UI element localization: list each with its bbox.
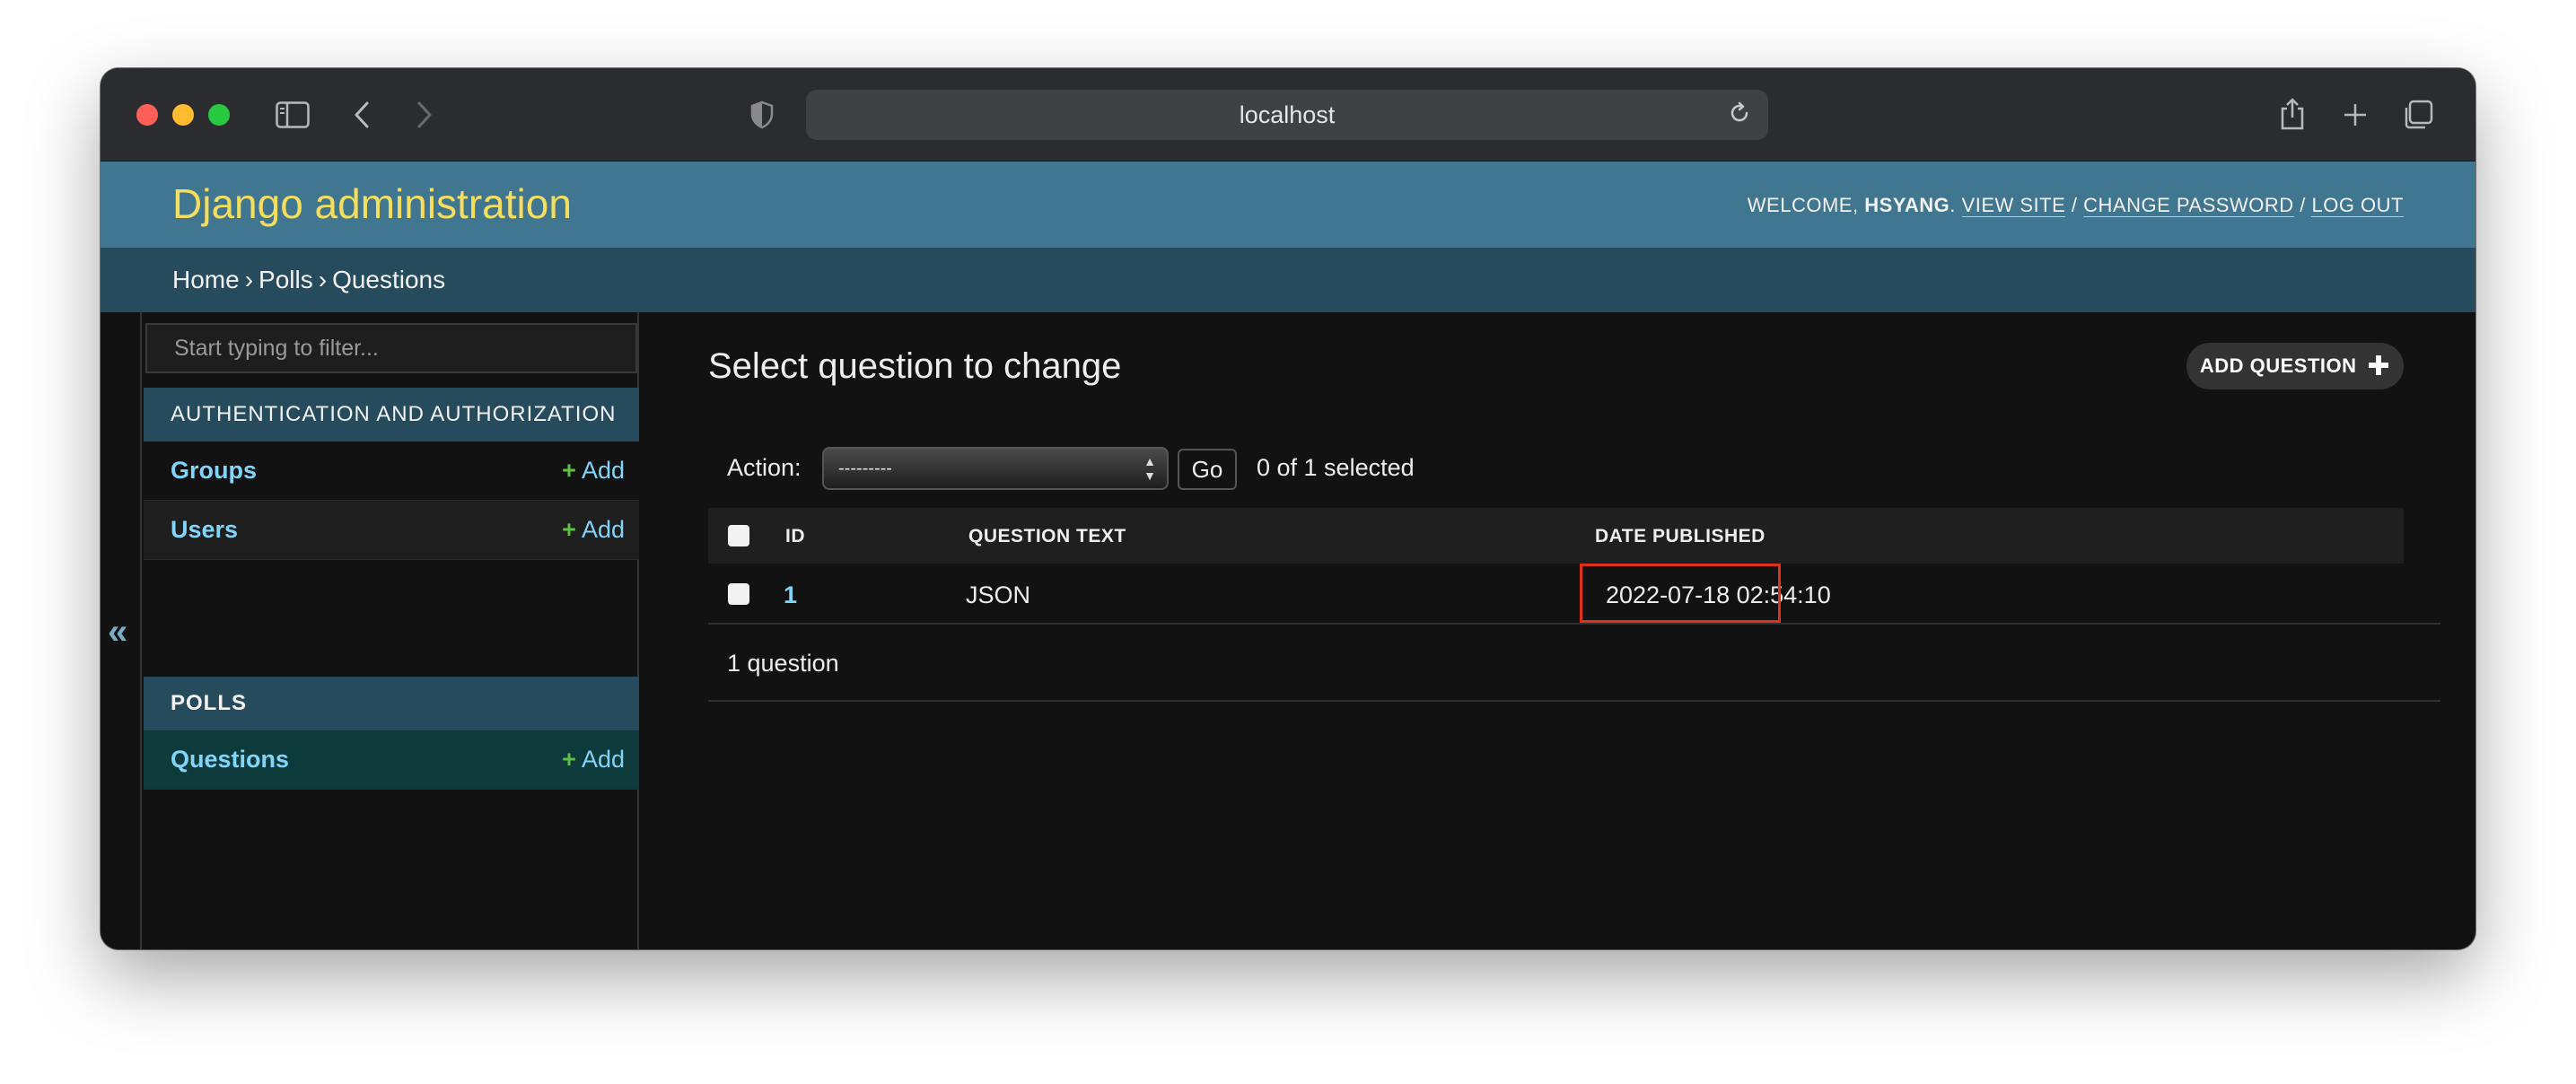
address-bar[interactable]: localhost [806,90,1768,140]
table-row: 1 JSON 2022-07-18 02:54:10 [708,564,2440,625]
date-published-highlight-box [1580,564,1781,623]
user-tools: WELCOME, HSYANG. VIEW SITE / CHANGE PASS… [1747,194,2404,217]
sidebar-item-questions: Questions + Add [144,730,639,790]
breadcrumb-separator: › [318,266,328,293]
column-header-id[interactable]: ID [785,526,805,547]
add-questions-link[interactable]: + Add [562,746,625,774]
add-users-link[interactable]: + Add [562,516,625,544]
add-question-button[interactable]: ADD QUESTION ✚ [2186,343,2404,389]
plus-icon: + [562,457,576,484]
breadcrumb-separator: › [244,266,254,293]
row-id-link[interactable]: 1 [784,581,797,609]
add-question-label: ADD QUESTION [2199,354,2357,377]
select-arrows-icon: ▲ ▼ [1143,454,1156,483]
forward-icon[interactable] [411,99,438,131]
model-link-groups[interactable]: Groups [171,457,257,485]
nav-sidebar: Start typing to filter... AUTHENTICATION… [140,312,639,949]
add-label: Add [581,457,625,484]
close-window-button[interactable] [136,104,158,126]
row-checkbox[interactable] [728,583,749,605]
tab-overview-icon[interactable] [2400,97,2436,133]
plus-icon: + [562,746,576,773]
action-select[interactable]: --------- ▲ ▼ [822,447,1169,490]
separator: / [2071,194,2078,216]
welcome-text: WELCOME, [1747,194,1859,216]
breadcrumb-polls[interactable]: Polls [258,266,313,294]
view-site-link[interactable]: VIEW SITE [1961,194,2066,217]
nav-filter-input[interactable]: Start typing to filter... [145,323,637,373]
url-text: localhost [1239,101,1336,128]
action-selected-value: --------- [838,458,892,478]
back-icon[interactable] [348,99,375,131]
app-caption-polls[interactable]: POLLS [144,677,639,730]
add-label: Add [581,746,625,773]
row-question-text: JSON [966,581,1031,608]
add-groups-link[interactable]: + Add [562,457,625,485]
model-link-users[interactable]: Users [171,516,238,544]
add-label: Add [581,516,625,543]
reload-icon[interactable] [1727,101,1756,129]
share-icon[interactable] [2276,95,2309,133]
plus-icon: ✚ [2367,351,2391,381]
site-branding[interactable]: Django administration [172,179,572,228]
separator: / [2300,194,2306,216]
new-tab-icon[interactable] [2339,99,2371,131]
zoom-window-button[interactable] [208,104,230,126]
go-button[interactable]: Go [1178,449,1237,490]
column-header-question-text[interactable]: QUESTION TEXT [968,526,1126,547]
browser-toolbar: localhost [101,68,2475,162]
plus-icon: + [562,516,576,543]
selection-counter: 0 of 1 selected [1257,454,1415,481]
privacy-shield-icon[interactable] [749,99,775,131]
page-title: Select question to change [708,346,1122,386]
paginator: 1 question [708,625,2440,702]
change-password-link[interactable]: CHANGE PASSWORD [2083,194,2294,217]
collapse-sidebar-icon[interactable]: « [108,612,127,652]
app-caption-auth[interactable]: AUTHENTICATION AND AUTHORIZATION [144,388,639,441]
breadcrumb-current: Questions [332,266,446,293]
sidebar-item-groups: Groups + Add [144,441,639,501]
model-link-questions[interactable]: Questions [171,746,289,774]
browser-window: localhost Django administration WELCOME,… [101,68,2475,949]
admin-header: Django administration WELCOME, HSYANG. V… [101,162,2475,248]
minimize-window-button[interactable] [172,104,194,126]
log-out-link[interactable]: LOG OUT [2311,194,2404,217]
breadcrumb-home[interactable]: Home [172,266,240,294]
breadcrumb: Home › Polls › Questions [101,248,2475,312]
column-header-date-published[interactable]: DATE PUBLISHED [1595,526,1766,547]
username: HSYANG [1864,194,1950,216]
action-label: Action: [727,454,802,481]
select-all-checkbox[interactable] [728,525,749,546]
sidebar-item-users: Users + Add [144,501,639,560]
results-table-header: ID QUESTION TEXT DATE PUBLISHED [708,508,2404,564]
sidebar-toggle-icon[interactable] [275,99,311,131]
